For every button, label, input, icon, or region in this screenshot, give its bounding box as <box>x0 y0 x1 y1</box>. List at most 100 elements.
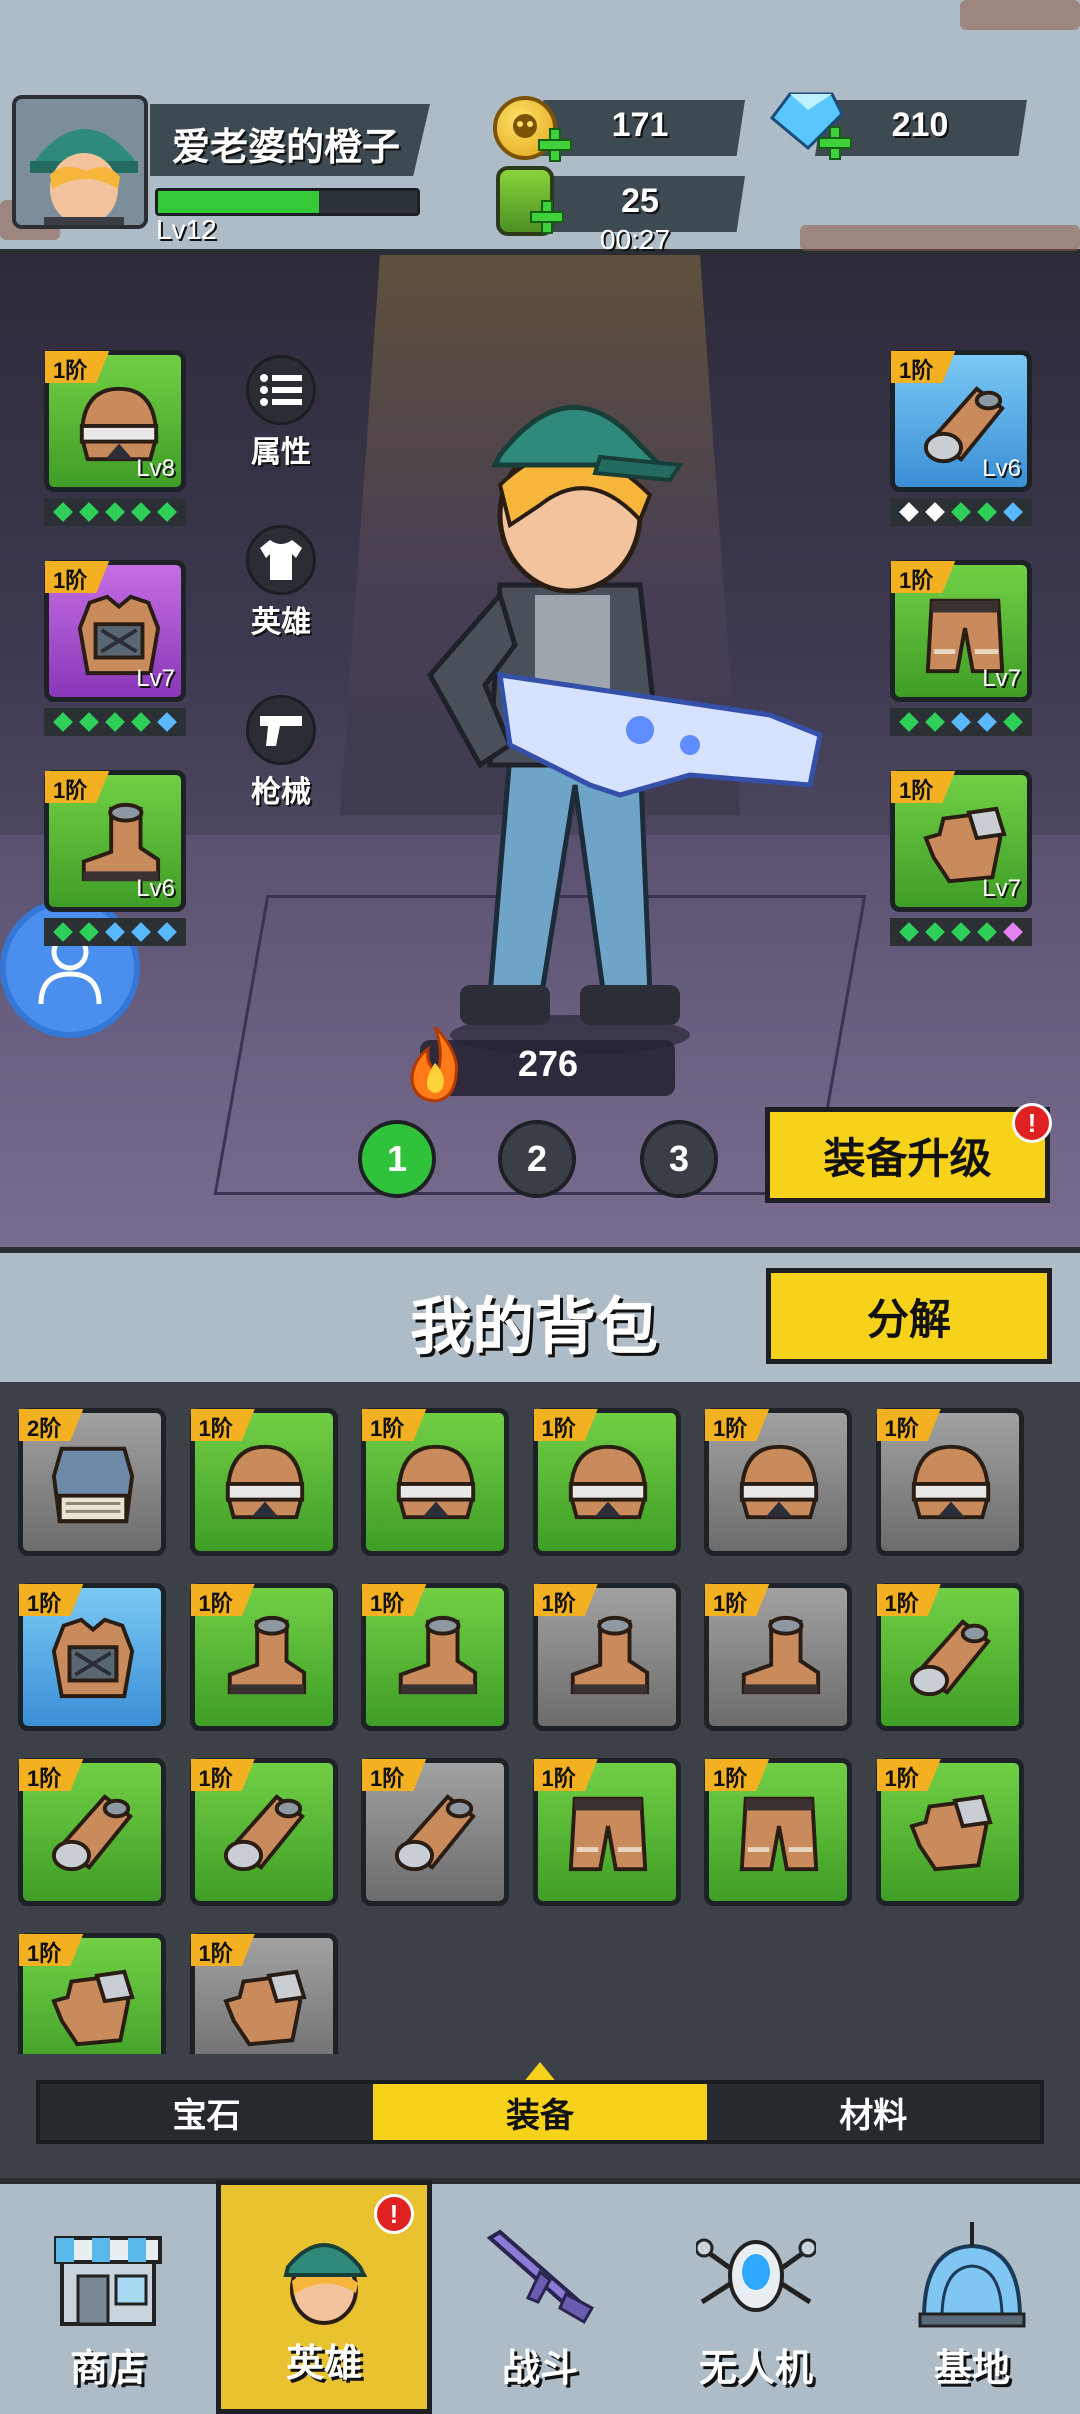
bag-tabs: 宝石 装备 材料 <box>36 2080 1044 2144</box>
hero-character <box>426 405 823 1055</box>
bag-item-slot[interactable]: 1阶 <box>532 1583 681 1731</box>
nav-base-label: 基地 <box>933 2348 1010 2390</box>
equipped-slot-right-2[interactable]: 1阶 Lv7 <box>890 560 1032 702</box>
shop-icon <box>54 2236 162 2326</box>
gem-socket-icon <box>131 922 151 942</box>
pistol-icon <box>246 695 316 765</box>
energy-timer: 00:27 <box>600 224 671 255</box>
bag-item-slot[interactable]: 1阶 <box>361 1408 509 1556</box>
bag-item-slot[interactable]: 1阶 <box>18 1583 166 1731</box>
decompose-label: 分解 <box>866 1295 951 1343</box>
item-level: Lv7 <box>982 665 1021 692</box>
equipped-slot-right-1[interactable]: 1阶 Lv6 <box>890 350 1032 492</box>
gem-socket-icon <box>899 502 919 522</box>
equipped-slot-left-3[interactable]: 1阶 Lv6 <box>44 770 186 912</box>
equipment-upgrade-button[interactable]: 装备升级 <box>765 1107 1050 1203</box>
bag-item-slot[interactable]: 1阶 <box>532 1408 681 1556</box>
decor-scratch <box>800 225 1080 251</box>
item-level: Lv6 <box>136 875 175 902</box>
gem-socket-icon <box>977 712 997 732</box>
vest-icon <box>51 1617 135 1699</box>
add-coins-icon[interactable] <box>538 128 572 162</box>
helmet-icon <box>739 1444 819 1520</box>
gem-socket-icon <box>131 712 151 732</box>
hero-alert-icon: ! <box>374 2194 414 2234</box>
hero-skin-button[interactable]: 英雄 <box>236 525 326 639</box>
item-level: Lv7 <box>982 875 1021 902</box>
gem-socket-icon <box>79 712 99 732</box>
equipped-slot-right-3[interactable]: 1阶 Lv7 <box>890 770 1032 912</box>
tshirt-icon <box>246 525 316 595</box>
bag-item-slot[interactable]: 1阶 <box>532 1758 681 1906</box>
bag-grid: 2阶 1阶 1阶 1阶 1阶 1阶 1阶 1阶 1阶 1阶 1阶 1阶 1阶 1阶 1阶 1阶 1阶 1阶 1阶 1阶 <box>0 1382 1080 2054</box>
drone-icon <box>696 2238 816 2312</box>
tab-gems[interactable]: 宝石 <box>40 2084 373 2140</box>
gem-socket-icon <box>157 502 177 522</box>
decompose-button[interactable]: 分解 <box>766 1268 1052 1364</box>
bag-item-slot[interactable]: 1阶 <box>361 1583 509 1731</box>
gem-socket-row <box>890 708 1032 736</box>
gem-socket-icon <box>79 922 99 942</box>
equipped-slot-left-1[interactable]: 1阶 Lv8 <box>44 350 186 492</box>
gem-socket-icon <box>131 502 151 522</box>
boots-icon <box>227 1615 306 1695</box>
bag-item-slot[interactable]: 1阶 <box>704 1408 852 1556</box>
gem-socket-row <box>44 708 186 736</box>
armor-icon <box>51 1446 135 1524</box>
fire-icon <box>410 1025 459 1103</box>
helmet-icon <box>225 1444 304 1520</box>
helmet-icon <box>568 1444 647 1520</box>
loadout-3-button[interactable]: 3 <box>640 1120 718 1198</box>
player-name: 爱老婆的橙子 <box>172 127 401 169</box>
bag-item-slot[interactable]: 1阶 <box>189 1933 338 2054</box>
player-avatar[interactable] <box>12 95 148 229</box>
add-gems-icon[interactable] <box>818 126 852 160</box>
rifle-icon <box>486 2229 595 2325</box>
tab-materials[interactable]: 材料 <box>707 2084 1040 2140</box>
gem-socket-row <box>44 918 186 946</box>
hero-scene: 属性 英雄 枪械 276 1 2 3 装备升级 ! 1阶 Lv8 1阶 Lv7 1阶 Lv… <box>0 255 1080 1247</box>
helmet-icon <box>396 1444 476 1520</box>
bag-item-slot[interactable]: 1阶 <box>18 1758 166 1906</box>
nav-shop[interactable]: 商店 <box>0 2180 216 2414</box>
gloves-icon <box>908 1794 993 1872</box>
gloves-icon <box>51 1969 135 2047</box>
loadout-2-button[interactable]: 2 <box>498 1120 576 1198</box>
tab-equipment[interactable]: 装备 <box>373 2084 707 2140</box>
gem-socket-icon <box>157 712 177 732</box>
bag-item-slot[interactable]: 1阶 <box>18 1933 166 2054</box>
bag-item-slot[interactable]: 1阶 <box>361 1758 509 1906</box>
bag-item-slot[interactable]: 1阶 <box>189 1408 338 1556</box>
upgrade-alert-icon: ! <box>1012 1103 1052 1143</box>
bag-item-slot[interactable]: 1阶 <box>875 1408 1024 1556</box>
item-level: Lv6 <box>982 455 1021 482</box>
equipped-slot-left-2[interactable]: 1阶 Lv7 <box>44 560 186 702</box>
gem-socket-icon <box>951 712 971 732</box>
list-icon <box>246 355 316 425</box>
gems-value: 210 <box>891 106 949 144</box>
gem-socket-icon <box>53 922 73 942</box>
firearms-button[interactable]: 枪械 <box>236 695 326 809</box>
gem-socket-icon <box>1003 502 1023 522</box>
loadout-1-button[interactable]: 1 <box>358 1120 436 1198</box>
coins-value: 171 <box>611 106 669 144</box>
add-energy-icon[interactable] <box>530 200 564 234</box>
gem-socket-icon <box>899 712 919 732</box>
gem-socket-icon <box>53 712 73 732</box>
bag-item-slot[interactable]: 1阶 <box>875 1758 1024 1906</box>
nav-base[interactable]: 基地 <box>864 2180 1080 2414</box>
firearms-label: 枪械 <box>251 776 311 809</box>
gem-socket-icon <box>977 502 997 522</box>
bag-item-slot[interactable]: 1阶 <box>189 1583 338 1731</box>
nav-battle[interactable]: 战斗 <box>432 2180 648 2414</box>
gem-socket-icon <box>1003 922 1023 942</box>
bag-item-slot[interactable]: 1阶 <box>704 1758 852 1906</box>
bag-item-slot[interactable]: 1阶 <box>875 1583 1024 1731</box>
nav-drone-label: 无人机 <box>698 2348 813 2390</box>
attributes-button[interactable]: 属性 <box>236 355 326 469</box>
bag-item-slot[interactable]: 2阶 <box>18 1408 166 1556</box>
bag-item-slot[interactable]: 1阶 <box>189 1758 338 1906</box>
nav-drone[interactable]: 无人机 <box>648 2180 864 2414</box>
bag-item-slot[interactable]: 1阶 <box>704 1583 852 1731</box>
gem-socket-icon <box>925 502 945 522</box>
